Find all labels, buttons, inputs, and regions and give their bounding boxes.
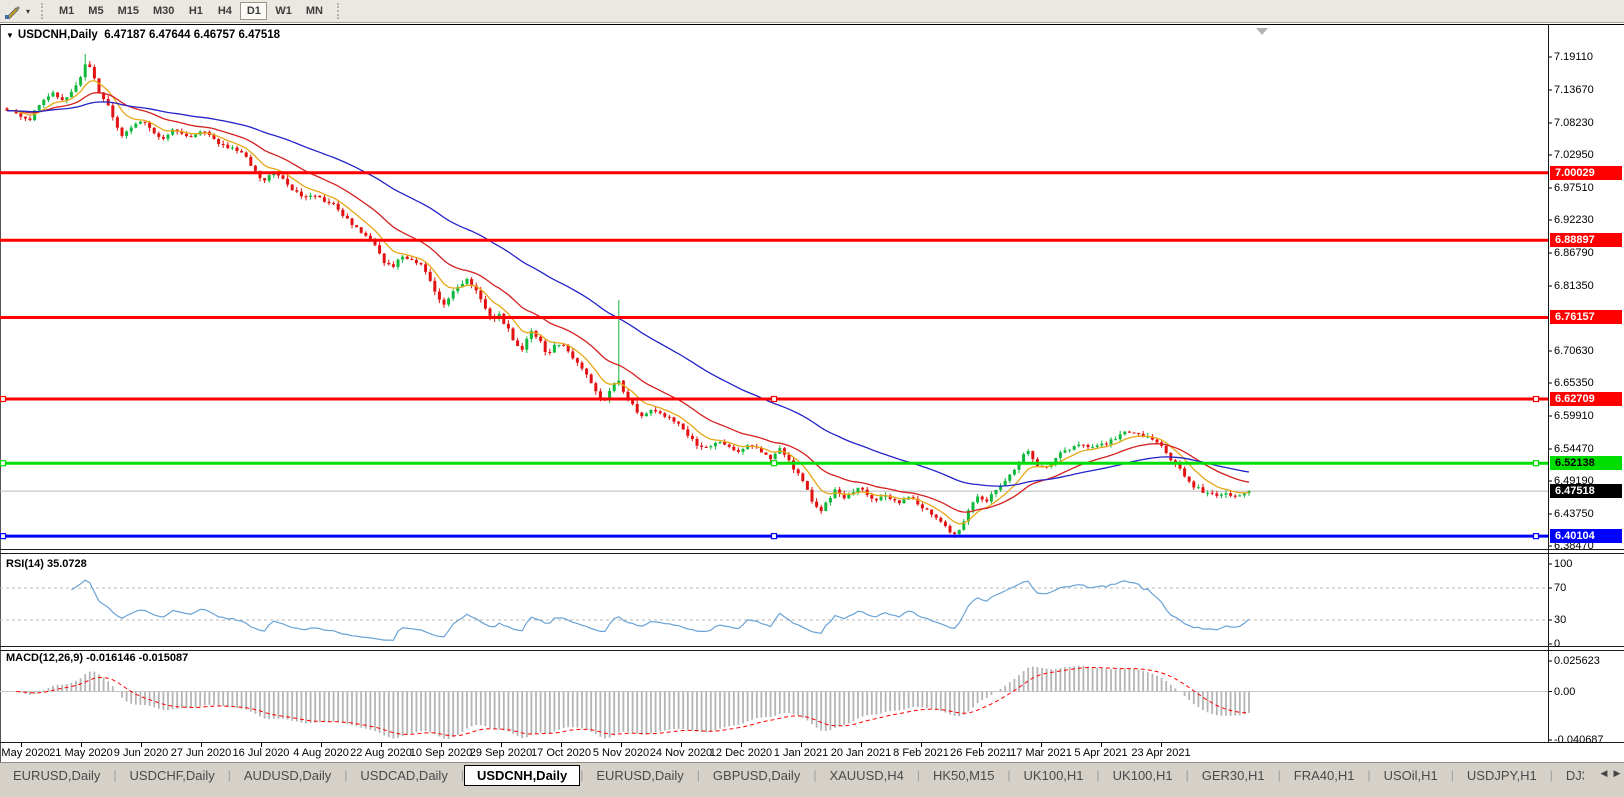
level-handle[interactable] [772,534,777,539]
chart-tab-gbpusd-daily[interactable]: GBPUSD,Daily [700,765,813,786]
chart-tab-uk100-h1[interactable]: UK100,H1 [1011,765,1097,786]
timeframe-button-w1[interactable]: W1 [269,2,298,20]
timeframe-buttons: M1M5M15M30H1H4D1W1MN [52,2,330,20]
panel-separator [0,742,1624,743]
timeframe-button-m1[interactable]: M1 [53,2,80,20]
chart-tab-hk50-m15[interactable]: HK50,M15 [920,765,1007,786]
chart-tab-ger30-h1[interactable]: GER30,H1 [1189,765,1278,786]
price-badge-6.40104: 6.40104 [1550,529,1622,543]
candles-series[interactable] [6,54,1251,538]
chart-tab-usdcnh-daily[interactable]: USDCNH,Daily [464,765,580,786]
ma-fast-line [7,81,1249,524]
level-handle[interactable] [1534,534,1539,539]
macd-tick-label: 0.00 [1554,686,1575,698]
timeframe-button-d1[interactable]: D1 [240,2,267,20]
date-label: 23 Apr 2021 [1126,747,1196,759]
timeframe-button-m15[interactable]: M15 [112,2,145,20]
rsi-tick-label: 30 [1554,614,1566,626]
level-handle[interactable] [772,397,777,402]
timeframe-button-h4[interactable]: H4 [211,2,238,20]
chart-tab-eurusd-daily[interactable]: EURUSD,Daily [0,765,113,786]
chart-ohlc-values: 6.47187 6.47644 6.46757 6.47518 [104,29,280,41]
rsi-tick-label: 100 [1554,558,1572,570]
price-tick-label: 7.13670 [1554,84,1594,96]
level-handle[interactable] [772,461,777,466]
price-tick-label: 6.86790 [1554,247,1594,259]
price-tick-label: 6.70630 [1554,345,1594,357]
chart-tab-uk100-h1[interactable]: UK100,H1 [1100,765,1186,786]
tab-scroll-left-icon[interactable]: ◀ [1599,768,1609,779]
level-handle[interactable] [1534,397,1539,402]
price-badge-6.52138: 6.52138 [1550,456,1622,470]
price-tick-label: 6.97510 [1554,182,1594,194]
chart-tab-dj30-weekly[interactable]: DJ30,Weekly [1553,765,1584,786]
rsi-tick-label: 0 [1554,638,1560,650]
top-toolbar: ▾ M1M5M15M30H1H4D1W1MN [0,0,1624,23]
macd-tick-label: 0.025623 [1554,655,1600,667]
chart-tab-audusd-daily[interactable]: AUDUSD,Daily [231,765,344,786]
timeframe-button-m30[interactable]: M30 [147,2,180,20]
chart-shift-marker[interactable] [1256,28,1268,35]
price-tick-label: 6.43750 [1554,508,1594,520]
price-tick-label: 7.02950 [1554,149,1594,161]
timeframe-button-m5[interactable]: M5 [82,2,109,20]
chart-title: ▼ USDCNH,Daily 6.47187 6.47644 6.46757 6.… [6,29,280,41]
macd-histogram [16,666,1249,739]
chart-tab-usdcad-daily[interactable]: USDCAD,Daily [347,765,460,786]
price-tick-label: 6.81350 [1554,280,1594,292]
chart-tab-usdjpy-h1[interactable]: USDJPY,H1 [1454,765,1550,786]
chart-collapse-icon[interactable]: ▼ [6,31,14,40]
price-badge-6.62709: 6.62709 [1550,392,1622,406]
timeframe-button-mn[interactable]: MN [300,2,329,20]
rsi-tick-label: 70 [1554,582,1566,594]
level-handle[interactable] [1,534,6,539]
draw-tool-dropdown-icon[interactable]: ▾ [22,7,34,16]
toolbar-grip-2 [337,3,341,19]
draw-tool-icon[interactable] [2,2,22,20]
price-tick-label: 6.92230 [1554,214,1594,226]
price-tick-label: 7.08230 [1554,117,1594,129]
panel-separator[interactable] [0,553,1624,554]
rsi-label: RSI(14) 35.0728 [6,558,87,570]
price-chart-canvas[interactable] [0,0,1624,797]
price-tick-label: 7.19110 [1554,51,1593,63]
ma-slow-line [7,102,1249,486]
level-handle[interactable] [1,461,6,466]
chart-tab-bar: EURUSD,Daily|USDCHF,Daily|AUDUSD,Daily|U… [0,762,1624,797]
price-badge-6.76157: 6.76157 [1550,310,1622,324]
chart-symbol-label: USDCNH,Daily [18,29,98,41]
toolbar-grip [41,3,45,19]
tab-scroll-right-icon[interactable]: ▶ [1612,768,1622,779]
panel-separator[interactable] [0,646,1624,647]
rsi-line [71,580,1249,640]
price-tick-label: 6.54470 [1554,443,1594,455]
macd-label: MACD(12,26,9) -0.016146 -0.015087 [6,652,188,664]
level-handle[interactable] [1,397,6,402]
timeframe-button-h1[interactable]: H1 [182,2,209,20]
price-badge-6.88897: 6.88897 [1550,233,1622,247]
chart-tab-fra40-h1[interactable]: FRA40,H1 [1281,765,1368,786]
ma-mid-line [7,93,1249,512]
price-axis-line [1548,24,1549,742]
macd-tick-label: -0.040687 [1554,734,1604,746]
panel-separator[interactable] [0,549,1624,550]
price-badge-7.00029: 7.00029 [1550,166,1622,180]
price-tick-label: 6.59910 [1554,410,1594,422]
current-price-badge: 6.47518 [1550,484,1622,498]
chart-tab-xauusd-h4[interactable]: XAUUSD,H4 [816,765,916,786]
chart-tab-eurusd-daily[interactable]: EURUSD,Daily [583,765,696,786]
chart-tab-usoil-h1[interactable]: USOil,H1 [1371,765,1451,786]
price-tick-label: 6.65350 [1554,377,1594,389]
panel-separator[interactable] [0,650,1624,651]
chart-tab-usdchf-daily[interactable]: USDCHF,Daily [117,765,228,786]
level-handle[interactable] [1534,461,1539,466]
chart-tabs: EURUSD,Daily|USDCHF,Daily|AUDUSD,Daily|U… [0,763,1584,787]
